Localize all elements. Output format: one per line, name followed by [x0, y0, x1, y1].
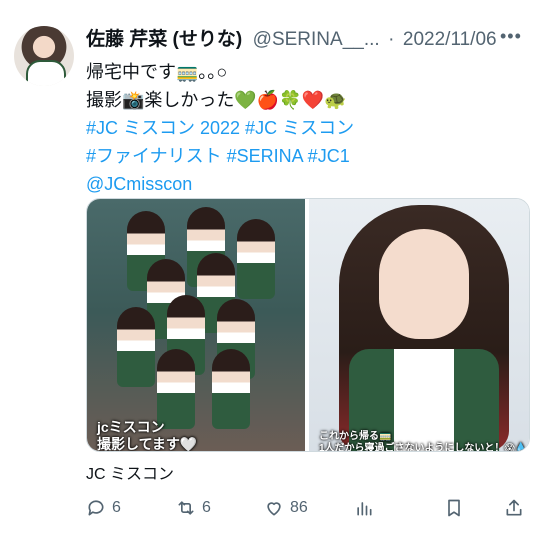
more-options-icon[interactable]: •••	[500, 26, 522, 46]
reply-icon	[88, 500, 104, 516]
heart-icon	[267, 502, 281, 516]
selfie-photo[interactable]: これから帰る🚃 1人だから寝過ごさないようにしないと！😱💧	[309, 199, 529, 451]
like-button[interactable]: 86	[264, 494, 308, 522]
text-line: 帰宅中です🚃｡｡○	[86, 62, 228, 82]
tweet-header: 佐藤 芹菜 (せりな) @SERINA__... · 2022/11/06	[86, 24, 526, 52]
bookmark-button[interactable]	[444, 494, 470, 522]
user-handle[interactable]: @SERINA__...	[253, 29, 380, 50]
reply-button[interactable]: 6	[86, 494, 121, 522]
caption-line: 1人だから寝過ごさないようにしないと！😱💧	[319, 443, 528, 452]
retweet-count: 6	[202, 499, 211, 516]
caption-line: jcミスコン	[97, 419, 165, 435]
caption-line: 撮影してます🤍	[97, 436, 198, 452]
tweet-date[interactable]: 2022/11/06	[403, 29, 497, 50]
tweet-text: 帰宅中です🚃｡｡○ 撮影📸楽しかった💚🍎🍀❤️🐢 #JC ミスコン 2022 #…	[86, 58, 526, 198]
text-line: 撮影📸楽しかった💚🍎🍀❤️🐢	[86, 90, 347, 110]
person-figure	[237, 219, 275, 299]
photo-caption: jcミスコン 撮影してます🤍	[97, 419, 198, 452]
group-photo[interactable]: jcミスコン 撮影してます🤍	[87, 199, 305, 451]
photo-caption: これから帰る🚃 1人だから寝過ごさないようにしないと！😱💧	[319, 431, 528, 452]
analytics-icon	[357, 502, 372, 516]
avatar-figure	[26, 60, 66, 86]
share-button[interactable]	[504, 494, 530, 522]
retweet-icon	[178, 501, 194, 515]
source-label[interactable]: JC ミスコン	[86, 460, 174, 484]
media-grid: jcミスコン 撮影してます🤍 これから帰る🚃 1人だから寝過ごさないようにしない…	[86, 198, 530, 452]
bookmark-icon	[448, 499, 460, 517]
caption-line: これから帰る🚃	[319, 431, 392, 442]
reply-count: 6	[112, 499, 121, 516]
share-icon	[506, 499, 522, 516]
analytics-button[interactable]	[354, 494, 380, 522]
person-figure	[212, 349, 250, 429]
action-bar: 6 6 86	[86, 494, 526, 522]
mention-link[interactable]: @JCmisscon	[86, 170, 526, 198]
like-count: 86	[290, 499, 308, 516]
tweet-card[interactable]: 佐藤 芹菜 (せりな) @SERINA__... · 2022/11/06 ••…	[0, 0, 540, 540]
avatar[interactable]	[14, 26, 74, 86]
person-figure	[117, 307, 155, 387]
person-figure	[157, 349, 195, 429]
selfie-face	[379, 229, 469, 339]
retweet-button[interactable]: 6	[176, 494, 211, 522]
separator-dot: ·	[388, 29, 395, 50]
display-name[interactable]: 佐藤 芹菜 (せりな)	[86, 29, 242, 50]
hashtag-line[interactable]: #ファイナリスト #SERINA #JC1	[86, 142, 526, 170]
hashtag-line[interactable]: #JC ミスコン 2022 #JC ミスコン	[86, 114, 526, 142]
